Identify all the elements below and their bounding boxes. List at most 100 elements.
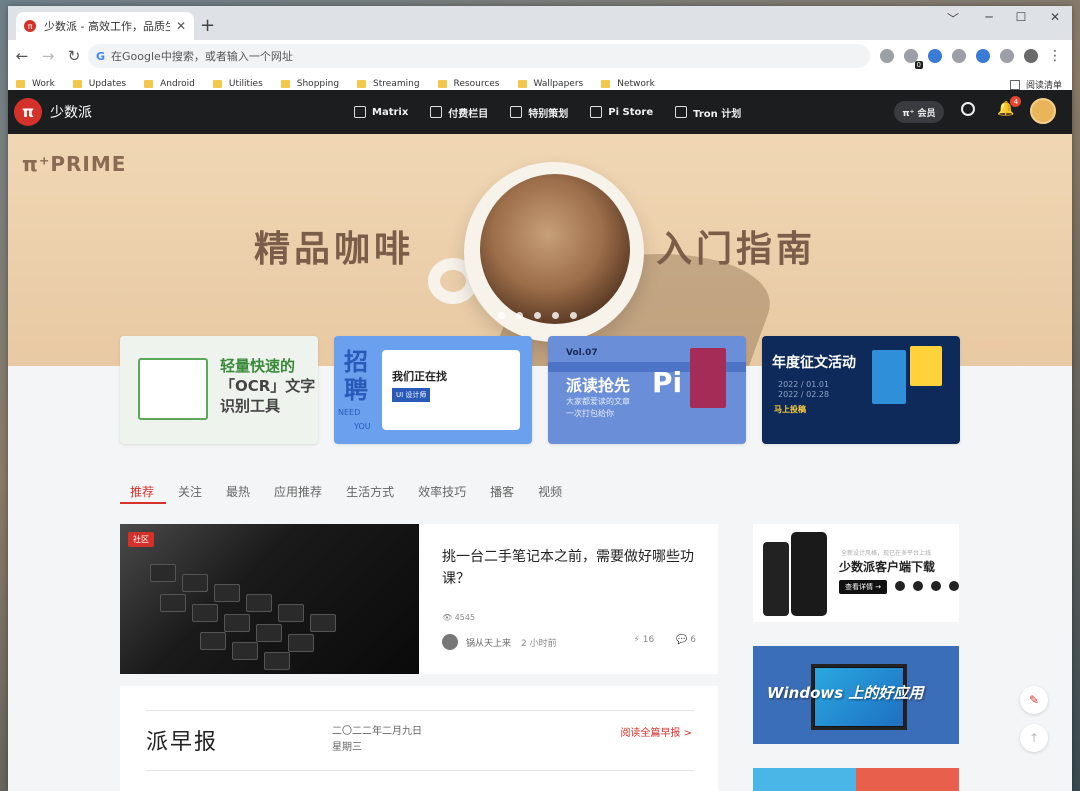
user-avatar[interactable] <box>1030 98 1056 124</box>
edit-pencil-icon[interactable]: ✎ <box>1020 686 1048 714</box>
nav-paid-columns[interactable]: 付费栏目 <box>430 105 488 120</box>
promo-card-reading[interactable]: Vol.07 派读抢先 大家都爱读的文章 一次打包给你 Pi <box>548 336 746 444</box>
carousel-dot[interactable] <box>552 312 559 319</box>
bookmark-folder[interactable]: Work <box>16 79 55 89</box>
need-text: NEED <box>338 408 361 417</box>
prime-logo: π⁺PRIME <box>22 152 127 176</box>
nav-special[interactable]: 特别策划 <box>510 105 568 120</box>
promo-card-essay[interactable]: 年度征文活动 2022 / 01.01 2022 / 02.28 马上投稿 <box>762 336 960 444</box>
nav-tron[interactable]: Tron 计划 <box>675 105 741 120</box>
windows-apps-card[interactable]: Windows 上的好应用 <box>753 646 959 744</box>
author-name[interactable]: 锅从天上来 <box>466 636 511 649</box>
nav-pi-store[interactable]: Pi Store <box>590 106 653 118</box>
bookmark-folder[interactable]: Resources <box>437 78 500 89</box>
carousel-dot[interactable] <box>534 312 541 319</box>
comments[interactable]: 💬 6 <box>676 635 696 645</box>
tab-following[interactable]: 关注 <box>166 480 214 504</box>
nav-label: 付费栏目 <box>448 108 489 120</box>
back-to-top-icon[interactable]: ↑ <box>1020 724 1048 752</box>
promo-strip-right <box>856 768 959 791</box>
tab-recommended[interactable]: 推荐 <box>120 480 167 504</box>
tab-search-icon[interactable]: ﹀ <box>938 10 968 27</box>
tab-lifestyle[interactable]: 生活方式 <box>334 480 406 504</box>
bookmark-folder[interactable]: Streaming <box>357 79 420 89</box>
tab-podcast[interactable]: 播客 <box>478 480 526 504</box>
pi-logo: Pi <box>652 366 683 399</box>
promo-card-hiring[interactable]: 招聘 我们正在找 UI 设计师 NEED YOU <box>334 336 532 444</box>
bookmark-folder[interactable]: Wallpapers <box>517 79 583 89</box>
bookmark-folder[interactable]: Updates <box>72 78 127 89</box>
search-icon[interactable] <box>961 102 975 116</box>
extension-2-icon[interactable]: 0 <box>904 49 923 69</box>
volume-label: Vol.07 <box>566 348 598 358</box>
carousel-dot[interactable] <box>498 312 505 319</box>
bookmark-folder[interactable]: Android <box>144 79 195 89</box>
bookmark-label: Updates <box>88 78 127 89</box>
download-details-button[interactable]: 查看详情 → <box>839 580 887 594</box>
bookmark-label: Android <box>160 78 195 89</box>
bookmark-folder[interactable]: Utilities <box>212 79 263 89</box>
card-date: 2022 / 01.01 <box>778 380 830 389</box>
member-button[interactable]: π⁺ 会员 <box>894 101 944 123</box>
carousel-dot[interactable] <box>516 312 523 319</box>
promo-strip[interactable] <box>753 768 959 791</box>
article-image[interactable]: 社区 <box>120 524 419 674</box>
bookmark-folder[interactable]: Network <box>601 79 655 89</box>
reading-list-icon <box>1009 79 1020 90</box>
bookmark-label: Network <box>617 78 655 89</box>
bookmark-label: Resources <box>453 78 500 89</box>
promo-card-ocr[interactable]: 轻量快速的 「OCR」文字 识别工具 <box>120 336 318 444</box>
browser-tab[interactable]: π 少数派 - 高效工作，品质生活 ✕ <box>16 12 194 40</box>
likes-count: 16 <box>642 635 655 645</box>
nav-label: Pi Store <box>608 106 654 118</box>
extension-3-icon[interactable] <box>928 49 942 63</box>
forward-icon[interactable]: → <box>36 47 60 65</box>
tab-productivity[interactable]: 效率技巧 <box>406 480 478 504</box>
extension-4-icon[interactable] <box>976 49 990 63</box>
likes[interactable]: ⚡ 16 <box>634 635 655 645</box>
folder-icon <box>16 79 25 88</box>
tab-hot[interactable]: 最热 <box>214 480 262 504</box>
bookmark-folder[interactable]: Shopping <box>280 79 339 89</box>
reload-icon[interactable]: ↻ <box>62 47 86 65</box>
read-daily-link[interactable]: 阅读全篇早报 > <box>620 724 692 739</box>
profile-avatar[interactable] <box>1024 49 1038 63</box>
menu-kebab-icon[interactable]: ⋮ <box>1048 48 1062 64</box>
bell-icon[interactable]: 🔔 4 <box>997 96 1022 117</box>
hero-banner[interactable]: π⁺PRIME 精品咖啡 入门指南 <box>8 134 1072 366</box>
keyboard-key <box>182 574 208 592</box>
carousel-dot[interactable] <box>570 312 577 319</box>
app-download-card[interactable]: 全新设计风格，现已在多平台上线 少数派客户端下载 查看详情 → <box>753 524 959 622</box>
puzzle-icon[interactable] <box>1000 49 1014 63</box>
new-tab-button[interactable]: + <box>200 15 215 36</box>
community-badge[interactable]: 社区 <box>128 532 154 547</box>
extension-1-icon[interactable] <box>880 49 894 63</box>
nav-matrix[interactable]: Matrix <box>354 106 408 118</box>
nav-label: Matrix <box>372 106 409 118</box>
main-nav: Matrix 付费栏目 特别策划 Pi Store Tron 计划 <box>354 90 741 134</box>
author-avatar[interactable] <box>442 634 458 650</box>
keyboard-key <box>256 624 282 642</box>
platform-icons <box>895 581 959 591</box>
daily-title: 派早报 <box>146 730 219 755</box>
zoom-icon[interactable] <box>952 49 966 63</box>
divider <box>146 770 694 771</box>
coffee-surface <box>480 174 630 324</box>
tab-apps[interactable]: 应用推荐 <box>262 480 334 504</box>
publish-time: 2 小时前 <box>521 638 557 649</box>
site-logo[interactable]: π 少数派 <box>14 98 92 126</box>
article-card[interactable]: 社区 挑一台二手笔记本之前，需要做好哪些功课？ 👁 4545 锅从天上来 2 小… <box>120 524 718 674</box>
hiring-tag: UI 设计师 <box>392 388 431 402</box>
hiring-panel: 我们正在找 UI 设计师 <box>382 350 520 430</box>
minimize-button[interactable]: ─ <box>974 10 1004 24</box>
promo-cards: 轻量快速的 「OCR」文字 识别工具 招聘 我们正在找 UI 设计师 NEED … <box>120 336 960 444</box>
back-icon[interactable]: ← <box>10 47 34 65</box>
maximize-button[interactable]: ☐ <box>1006 10 1036 24</box>
close-window-button[interactable]: ✕ <box>1040 10 1070 24</box>
article-title[interactable]: 挑一台二手笔记本之前，需要做好哪些功课？ <box>442 546 708 590</box>
tab-strip: π 少数派 - 高效工作，品质生活 ✕ + ﹀ ─ ☐ ✕ <box>8 6 1072 40</box>
tab-video[interactable]: 视频 <box>526 480 574 504</box>
address-bar[interactable]: G 在Google中搜索，或者输入一个网址 <box>88 44 870 68</box>
close-tab-icon[interactable]: ✕ <box>176 19 186 33</box>
star-icon <box>510 106 523 118</box>
